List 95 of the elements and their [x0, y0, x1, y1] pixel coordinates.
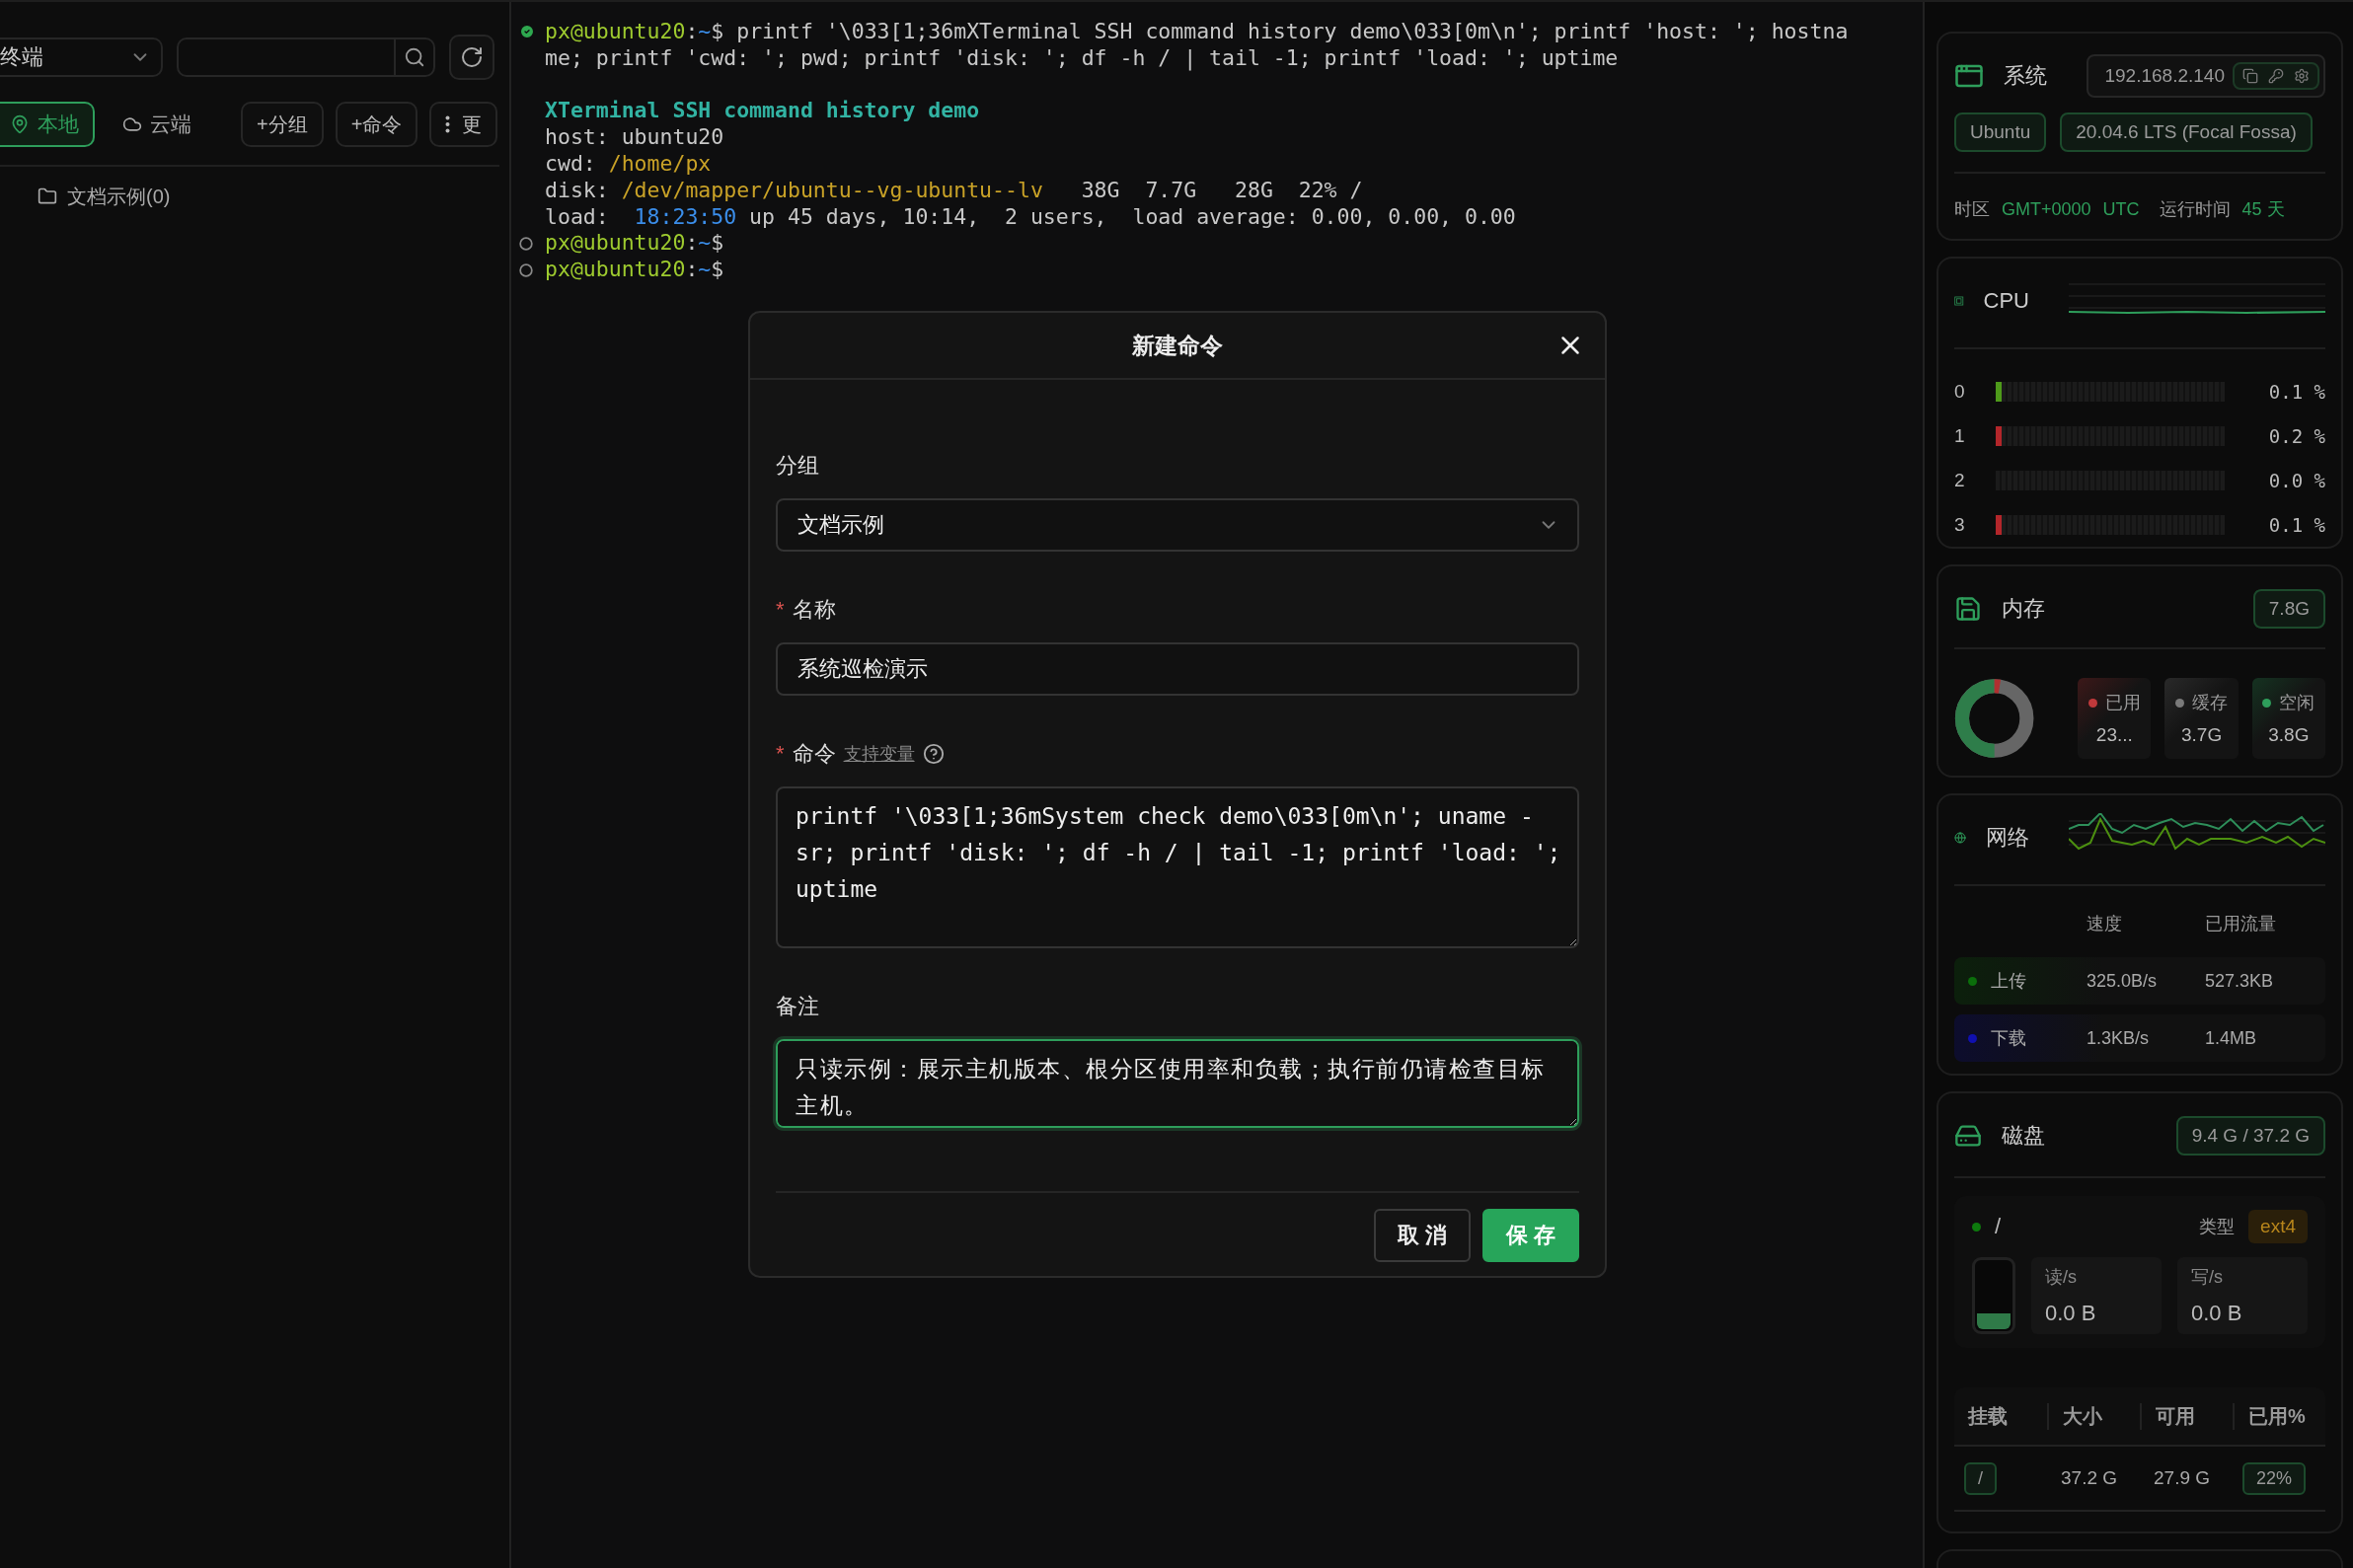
stat-label: 缓存: [2192, 692, 2229, 714]
speed-value: 325.0B/s: [2087, 970, 2159, 992]
column-header: 挂载: [1966, 1403, 2009, 1429]
command-textarea[interactable]: printf '\033[1;36mSystem check demo\033[0m\n'; uname -sr; printf 'disk: '; df -h / | tail -1; printf 'load: '; uptime: [776, 786, 1579, 948]
cloud-icon: [122, 114, 142, 134]
stat-label: 已用: [2104, 692, 2141, 714]
dialog-title: 新建命令: [1132, 331, 1223, 360]
field-label: 命令: [792, 740, 836, 768]
stat-value: 23...: [2095, 724, 2133, 746]
column-header: 大小: [2047, 1402, 2140, 1430]
card-title: CPU: [1983, 288, 2029, 314]
variables-link[interactable]: 支持变量: [843, 742, 915, 766]
info-value: 45 天: [2241, 198, 2285, 221]
terminal-line: disk: /dev/mapper/ubuntu--vg-ubuntu--lv 38G 7.7G 28G 22% /: [545, 177, 1363, 204]
more-icon: [445, 115, 451, 133]
card-title: 网络: [1986, 824, 2029, 852]
action-button[interactable]: +命令: [335, 102, 418, 147]
refresh-icon: [460, 45, 484, 69]
io-value: 0.0 B: [2045, 1301, 2097, 1326]
info-value: UTC: [2102, 198, 2140, 220]
io-label: 写/s: [2191, 1266, 2224, 1289]
source-tab[interactable]: 本地: [0, 102, 95, 147]
column-header: 可用: [2140, 1402, 2233, 1430]
terminal-line: px@ubuntu20:~$ printf '\033[1;36mXTerminal SSH command history demo\033[0m\n'; printf 'host: '; hostna: [545, 19, 1849, 45]
field-label: 备注: [776, 993, 819, 1020]
terminal-line: host: ubuntu20: [545, 124, 724, 151]
version-chip: 20.04.6 LTS (Focal Fossa): [2060, 112, 2313, 152]
terminal-line: cwd: /home/px: [545, 151, 712, 178]
core-label: 1: [1954, 424, 1966, 447]
io-value: 0.0 B: [2191, 1301, 2243, 1326]
field-label: 分组: [776, 452, 819, 480]
column-header: 已用%: [2233, 1402, 2325, 1430]
floppy-icon: [1954, 595, 1982, 623]
traffic-value: 527.3KB: [2205, 970, 2275, 992]
terminal-line: me; printf 'cwd: '; pwd; printf 'disk: '; df -h / | tail -1; printf 'load: '; uptime: [545, 44, 1619, 72]
tree-item[interactable]: 文档示例(0): [67, 183, 171, 210]
info-label: 时区: [1954, 198, 1990, 221]
scope-select[interactable]: 终端: [0, 37, 163, 77]
help-icon[interactable]: [922, 743, 945, 765]
terminal-line: px@ubuntu20:~$: [545, 230, 724, 258]
os-chip: Ubuntu: [1954, 112, 2047, 152]
group-select[interactable]: 文档示例: [776, 498, 1579, 552]
field-label: 名称: [792, 596, 836, 624]
card-title: 磁盘: [2002, 1122, 2045, 1150]
memory-total-chip: 7.8G: [2252, 589, 2325, 629]
core-reading: 0.2 %: [2267, 424, 2325, 447]
required-mark: *: [776, 597, 785, 623]
terminal-line: px@ubuntu20:~$: [545, 257, 724, 283]
row-label: 上传: [1991, 970, 2026, 993]
required-mark: *: [776, 741, 785, 767]
disk-usage-chip: 9.4 G / 37.2 G: [2175, 1116, 2325, 1156]
ip-address: 192.168.2.140: [2104, 65, 2225, 87]
search-field[interactable]: [177, 37, 435, 77]
mount-path: /: [1995, 1214, 2002, 1239]
pin-icon: [10, 114, 30, 134]
row-label: 下载: [1991, 1027, 2026, 1050]
stat-label: 空闲: [2279, 692, 2315, 714]
io-label: 读/s: [2045, 1266, 2078, 1289]
column-header: 已用流量: [2205, 913, 2277, 935]
core-label: 0: [1954, 380, 1966, 403]
note-textarea[interactable]: 只读示例：展示主机版本、根分区使用率和负载；执行前仍请检查目标主机。: [776, 1039, 1579, 1128]
card-title: 系统: [2004, 62, 2047, 90]
key-icon[interactable]: [2268, 68, 2284, 84]
traffic-value: 1.4MB: [2205, 1027, 2258, 1049]
core-label: 2: [1954, 469, 1966, 491]
info-value: GMT+0000: [2002, 198, 2091, 220]
cancel-button[interactable]: 取 消: [1373, 1209, 1471, 1262]
type-label: 类型: [2199, 1216, 2236, 1238]
core-label: 3: [1954, 513, 1966, 536]
column-header: 速度: [2087, 913, 2123, 935]
table-cell-text: 37.2 G: [2060, 1467, 2119, 1489]
mount-chip: /: [1964, 1461, 1997, 1495]
source-tab[interactable]: 云端: [107, 102, 207, 147]
status-dot: [1972, 1222, 1981, 1232]
type-badge: ext4: [2248, 1210, 2308, 1243]
terminal-line: load: 18:23:50 up 45 days, 10:14, 2 users, load average: 0.00, 0.00, 0.00: [545, 203, 1516, 231]
core-reading: 0.1 %: [2267, 513, 2325, 536]
core-reading: 0.0 %: [2267, 469, 2325, 491]
table-cell-text: 27.9 G: [2153, 1467, 2212, 1489]
info-label: 运行时间: [2159, 198, 2231, 221]
name-input[interactable]: 系统巡检演示: [776, 642, 1579, 696]
folder-icon: [38, 187, 57, 206]
terminal-line: XTerminal SSH command history demo: [545, 98, 980, 125]
card-title: 内存: [2002, 595, 2045, 623]
search-icon[interactable]: [404, 46, 425, 68]
copy-icon[interactable]: [2242, 68, 2258, 84]
speed-value: 1.3KB/s: [2087, 1027, 2151, 1049]
core-reading: 0.1 %: [2267, 380, 2325, 403]
action-button[interactable]: +分组: [241, 102, 324, 147]
more-button[interactable]: 更: [429, 102, 498, 147]
usage-chip: 22%: [2242, 1461, 2307, 1495]
stat-value: 3.7G: [2181, 724, 2223, 746]
refresh-button[interactable]: [449, 35, 494, 80]
stat-value: 3.8G: [2268, 724, 2310, 746]
settings-icon[interactable]: [2294, 68, 2310, 84]
